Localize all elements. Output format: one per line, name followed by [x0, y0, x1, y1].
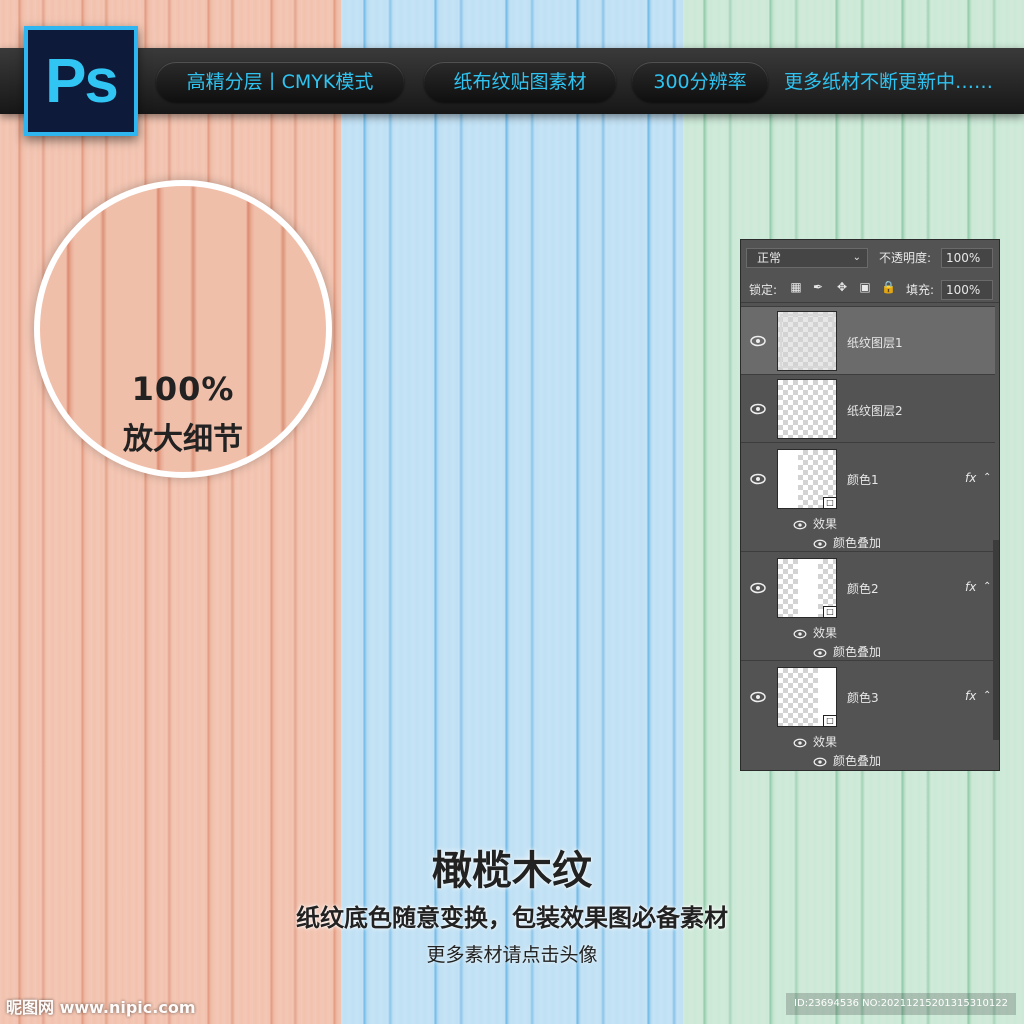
fx-icon[interactable]: fx	[965, 580, 976, 594]
visibility-eye-icon[interactable]	[750, 691, 766, 703]
more-updates-text: 更多纸材不断更新中……	[784, 71, 994, 93]
layer-row[interactable]: □ 颜色1 fx ⌃ 效果 颜色叠加	[741, 442, 995, 551]
app-logo-text: Ps	[45, 46, 119, 116]
chevron-down-icon: ⌄	[852, 252, 861, 263]
visibility-eye-icon[interactable]	[813, 648, 827, 658]
effects-label: 效果	[813, 735, 838, 749]
chevron-up-icon[interactable]: ⌃	[983, 581, 991, 592]
lock-label: 锁定:	[749, 283, 778, 297]
layer-row[interactable]: 纸纹图层2	[741, 374, 995, 442]
opacity-label: 不透明度:	[879, 251, 932, 265]
opacity-field[interactable]: 100%	[941, 248, 993, 268]
smart-object-icon: □	[823, 606, 837, 618]
layer-name: 纸纹图层2	[847, 404, 903, 418]
panel-scrollbar[interactable]	[993, 540, 999, 740]
lock-all-icon[interactable]: 🔒	[881, 280, 896, 294]
layer-row[interactable]: □ 颜色3 fx ⌃ 效果 颜色叠加	[741, 660, 995, 770]
lock-paint-icon[interactable]: ✒	[811, 280, 825, 294]
color-fill-preview	[798, 559, 818, 617]
site-watermark: 昵图网 www.nipic.com	[6, 998, 196, 1017]
effects-group[interactable]: 效果	[793, 624, 837, 641]
effect-item[interactable]: 颜色叠加	[813, 752, 881, 769]
visibility-eye-icon[interactable]	[750, 335, 766, 347]
effect-item[interactable]: 颜色叠加	[813, 643, 881, 660]
chevron-up-icon[interactable]: ⌃	[983, 472, 991, 483]
lock-artboard-icon[interactable]: ▣	[858, 280, 872, 294]
visibility-eye-icon[interactable]	[750, 473, 766, 485]
layers-panel: 正常 ⌄ 不透明度: 100% 锁定: ▦ ✒ ✥ ▣ 🔒 填充: 100% 纸…	[740, 239, 1000, 771]
layer-row[interactable]: 纸纹图层1	[741, 306, 995, 374]
effect-name: 颜色叠加	[833, 645, 882, 659]
effect-item[interactable]: 颜色叠加	[813, 534, 881, 551]
smart-object-icon: □	[823, 715, 837, 727]
effect-name: 颜色叠加	[833, 536, 882, 550]
effects-group[interactable]: 效果	[793, 515, 837, 532]
visibility-eye-icon[interactable]	[750, 403, 766, 415]
zoom-label: 放大细节	[123, 422, 243, 457]
layer-thumbnail: □	[777, 558, 837, 618]
color-fill-preview	[778, 450, 798, 508]
smart-object-icon: □	[823, 497, 837, 509]
visibility-eye-icon[interactable]	[813, 757, 827, 767]
feature-pill-resolution: 300分辨率	[632, 62, 768, 102]
photoshop-logo-icon: Ps	[24, 26, 138, 136]
visibility-eye-icon[interactable]	[793, 738, 807, 748]
lock-transparency-icon[interactable]: ▦	[789, 280, 803, 294]
visibility-eye-icon[interactable]	[793, 520, 807, 530]
layer-row[interactable]: □ 颜色2 fx ⌃ 效果 颜色叠加	[741, 551, 995, 660]
zoom-percent: 100%	[131, 370, 235, 408]
subtitle: 纸纹底色随意变换，包装效果图必备素材	[296, 904, 728, 932]
fill-field[interactable]: 100%	[941, 280, 993, 300]
effects-label: 效果	[813, 517, 838, 531]
effects-group[interactable]: 效果	[793, 733, 837, 750]
layer-name: 颜色3	[847, 691, 879, 705]
layer-name: 纸纹图层1	[847, 336, 903, 350]
feature-pill-texture: 纸布纹贴图素材	[424, 62, 616, 102]
call-to-action-text: 更多素材请点击头像	[426, 944, 598, 966]
layer-thumbnail: □	[777, 449, 837, 509]
top-banner: 高精分层丨CMYK模式 纸布纹贴图素材 300分辨率 更多纸材不断更新中……	[0, 48, 1024, 114]
layer-thumbnail: □	[777, 667, 837, 727]
image-id-strip: ID:23694536 NO:20211215201315310122	[786, 993, 1016, 1015]
fx-icon[interactable]: fx	[965, 471, 976, 485]
visibility-eye-icon[interactable]	[750, 582, 766, 594]
layer-thumbnail	[777, 311, 837, 371]
visibility-eye-icon[interactable]	[793, 629, 807, 639]
feature-pill-layers: 高精分层丨CMYK模式	[156, 62, 404, 102]
fx-icon[interactable]: fx	[965, 689, 976, 703]
chevron-up-icon[interactable]: ⌃	[983, 690, 991, 701]
zoom-detail-circle: 100% 放大细节	[34, 180, 332, 478]
fill-label: 填充:	[906, 283, 935, 297]
layer-thumbnail	[777, 379, 837, 439]
effects-label: 效果	[813, 626, 838, 640]
layer-name: 颜色2	[847, 582, 879, 596]
blend-mode-value: 正常	[757, 251, 782, 265]
effect-name: 颜色叠加	[833, 754, 882, 768]
visibility-eye-icon[interactable]	[813, 539, 827, 549]
lock-position-icon[interactable]: ✥	[835, 280, 849, 294]
page-title: 橄榄木纹	[432, 848, 592, 894]
layer-name: 颜色1	[847, 473, 879, 487]
blend-mode-select[interactable]: 正常 ⌄	[746, 248, 868, 268]
